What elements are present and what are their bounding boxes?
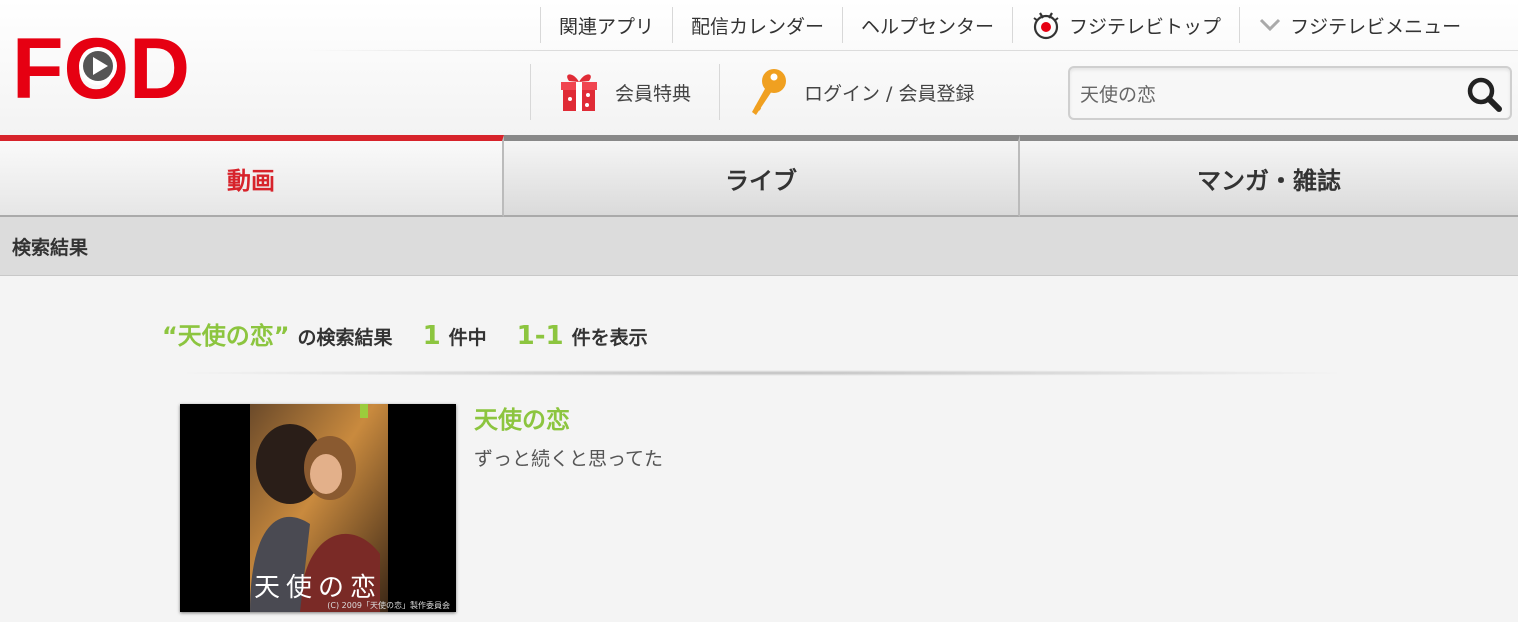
top-link-label: フジテレビトップ [1069,15,1222,38]
tab-label: マンガ・雑誌 [1197,166,1341,195]
top-link-label: 配信カレンダー [691,15,825,38]
member-benefit-link[interactable]: 会員特典 [530,64,719,120]
member-links: 会員特典 ログイン / 会員登録 [530,64,1003,120]
result-divider [162,370,1362,376]
search-icon[interactable] [1464,74,1504,114]
result-description: ずっと続くと思ってた [474,448,664,470]
search-input[interactable] [1080,76,1450,110]
top-link-fujitv-top[interactable]: フジテレビトップ [1012,7,1239,43]
result-title[interactable]: 天使の恋 [474,400,570,435]
top-link-label: フジテレビメニュー [1290,15,1462,38]
result-thumbnail[interactable]: 天使の恋 (C) 2009「天使の恋」製作委員会 [180,404,456,612]
login-link[interactable]: ログイン / 会員登録 [719,64,1002,120]
poster-image: 天使の恋 (C) 2009「天使の恋」製作委員会 [180,404,456,612]
member-benefit-label: 会員特典 [615,82,692,105]
search-query-text: “天使の恋” [162,322,290,350]
top-link-help[interactable]: ヘルプセンター [842,7,1012,43]
gift-icon [561,74,597,111]
top-links: 関連アプリ 配信カレンダー ヘルプセンター フジテレビトップ フジテレビメニュー [540,6,1479,44]
header-divider [300,50,1518,51]
fod-logo[interactable]: FOD [12,26,190,104]
results-label: の検索結果 [297,327,393,349]
poster-credit-text: (C) 2009「天使の恋」製作委員会 [327,600,450,610]
fujitv-icon [1033,12,1059,40]
login-label: ログイン / 会員登録 [804,82,975,105]
display-range: 1-1 [516,321,564,351]
tab-label: ライブ [725,166,797,195]
total-suffix: 件中 [448,327,487,349]
result-summary: “天使の恋” の検索結果 1 件中 1-1 件を表示 [162,316,648,352]
breadcrumb: 検索結果 [0,217,1518,276]
tab-label: 動画 [227,166,275,195]
total-count: 1 [422,321,441,351]
header: FOD 関連アプリ 配信カレンダー ヘルプセンター フジテレビトップ [0,0,1518,135]
poster-title-text: 天使の恋 [254,573,382,603]
top-link-related-apps[interactable]: 関連アプリ [540,7,672,43]
range-suffix: 件を表示 [571,327,648,349]
tab-manga-magazine[interactable]: マンガ・雑誌 [1020,135,1518,217]
top-link-label: 関連アプリ [559,15,655,38]
main-tabs: 動画 ライブ マンガ・雑誌 [0,135,1518,217]
top-link-fujitv-menu[interactable]: フジテレビメニュー [1239,7,1479,43]
search-box [1068,66,1512,120]
top-link-label: ヘルプセンター [861,15,995,38]
chevron-down-icon [1260,18,1281,32]
breadcrumb-label: 検索結果 [12,236,89,259]
top-link-calendar[interactable]: 配信カレンダー [672,7,842,43]
key-icon [752,69,787,115]
tab-video[interactable]: 動画 [0,135,504,217]
tab-live[interactable]: ライブ [504,135,1020,217]
